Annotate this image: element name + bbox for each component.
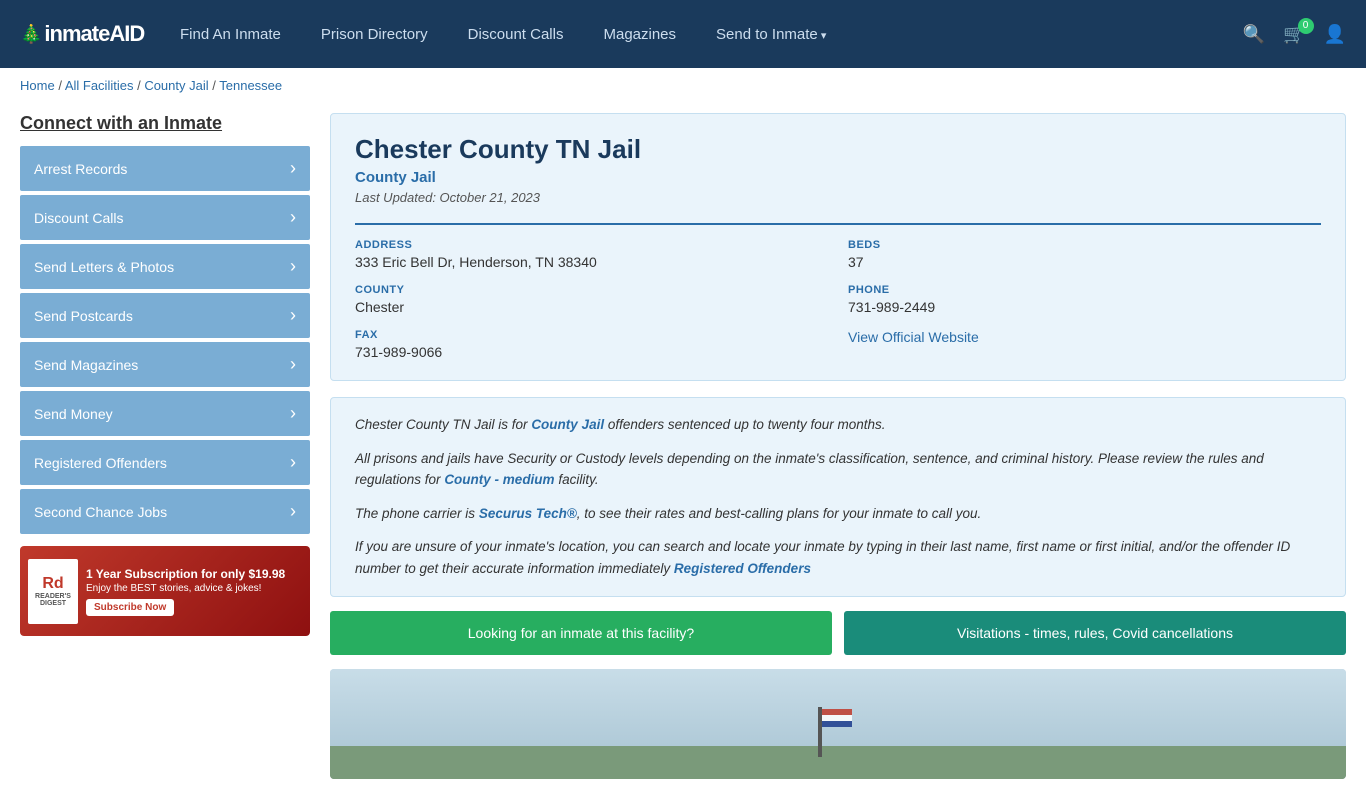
ad-logo: Rd READER'S DIGEST — [28, 559, 78, 624]
ad-subscribe-button[interactable]: Subscribe Now — [86, 599, 174, 616]
header-icons: 🔍 🛒 0 👤 — [1243, 24, 1346, 45]
sidebar-item-second-chance-jobs[interactable]: Second Chance Jobs › — [20, 489, 310, 534]
breadcrumb-state[interactable]: Tennessee — [219, 78, 282, 93]
sidebar-menu: Arrest Records › Discount Calls › Send L… — [20, 146, 310, 534]
description-3: The phone carrier is Securus Tech®, to s… — [355, 503, 1321, 525]
description-2: All prisons and jails have Security or C… — [355, 448, 1321, 491]
detail-address: ADDRESS 333 Eric Bell Dr, Henderson, TN … — [355, 239, 828, 270]
arrow-icon-4: › — [290, 354, 296, 375]
sidebar-item-discount-calls[interactable]: Discount Calls › — [20, 195, 310, 240]
fax-label: FAX — [355, 329, 828, 341]
beds-value: 37 — [848, 254, 1321, 270]
sidebar-item-registered-offenders[interactable]: Registered Offenders › — [20, 440, 310, 485]
sidebar: Connect with an Inmate Arrest Records › … — [20, 113, 310, 779]
logo-text: inmateAID — [44, 21, 144, 47]
search-icon[interactable]: 🔍 — [1243, 24, 1265, 45]
photo-sky — [330, 669, 1346, 746]
arrow-icon-6: › — [290, 452, 296, 473]
photo-flag — [822, 709, 852, 727]
ad-banner[interactable]: Rd READER'S DIGEST 1 Year Subscription f… — [20, 546, 310, 636]
description-4: If you are unsure of your inmate's locat… — [355, 536, 1321, 579]
cart-wrapper[interactable]: 🛒 0 — [1283, 24, 1305, 45]
nav-prison-directory[interactable]: Prison Directory — [321, 26, 428, 43]
ad-logo-text: Rd — [30, 575, 76, 593]
cart-badge: 0 — [1298, 18, 1314, 34]
logo-area[interactable]: 🎄 inmateAID — [20, 21, 150, 47]
arrow-icon-2: › — [290, 256, 296, 277]
securus-link[interactable]: Securus Tech® — [479, 506, 577, 521]
address-value: 333 Eric Bell Dr, Henderson, TN 38340 — [355, 254, 828, 270]
sidebar-item-send-money[interactable]: Send Money › — [20, 391, 310, 436]
detail-beds: BEDS 37 — [848, 239, 1321, 270]
photo-ground — [330, 746, 1346, 779]
sidebar-item-send-magazines[interactable]: Send Magazines › — [20, 342, 310, 387]
site-header: 🎄 inmateAID Find An Inmate Prison Direct… — [0, 0, 1366, 68]
breadcrumb: Home / All Facilities / County Jail / Te… — [0, 68, 1366, 103]
sidebar-item-send-letters[interactable]: Send Letters & Photos › — [20, 244, 310, 289]
fax-value: 731-989-9066 — [355, 344, 828, 360]
arrow-icon-5: › — [290, 403, 296, 424]
looking-for-inmate-button[interactable]: Looking for an inmate at this facility? — [330, 611, 832, 655]
logo-icon: 🎄 — [20, 24, 42, 45]
details-grid: ADDRESS 333 Eric Bell Dr, Henderson, TN … — [355, 223, 1321, 360]
registered-offenders-link[interactable]: Registered Offenders — [674, 561, 811, 576]
info-card: Chester County TN Jail County Jail Last … — [330, 113, 1346, 381]
ad-title: 1 Year Subscription for only $19.98 — [86, 567, 285, 581]
ad-content: 1 Year Subscription for only $19.98 Enjo… — [86, 567, 285, 616]
ad-logo-sub: READER'S DIGEST — [30, 593, 76, 607]
nav-magazines[interactable]: Magazines — [603, 26, 676, 43]
main-nav: Find An Inmate Prison Directory Discount… — [180, 26, 1213, 43]
detail-phone: PHONE 731-989-2449 — [848, 284, 1321, 315]
facility-type: County Jail — [355, 169, 1321, 186]
beds-label: BEDS — [848, 239, 1321, 251]
sidebar-item-arrest-records[interactable]: Arrest Records › — [20, 146, 310, 191]
user-icon[interactable]: 👤 — [1324, 24, 1346, 45]
sidebar-title: Connect with an Inmate — [20, 113, 310, 134]
sidebar-item-send-postcards[interactable]: Send Postcards › — [20, 293, 310, 338]
website-link[interactable]: View Official Website — [848, 329, 979, 345]
nav-find-inmate[interactable]: Find An Inmate — [180, 26, 281, 43]
facility-updated: Last Updated: October 21, 2023 — [355, 190, 1321, 205]
detail-fax: FAX 731-989-9066 — [355, 329, 828, 360]
county-value: Chester — [355, 299, 828, 315]
arrow-icon-7: › — [290, 501, 296, 522]
county-label: COUNTY — [355, 284, 828, 296]
facility-photo — [330, 669, 1346, 779]
description-1: Chester County TN Jail is for County Jai… — [355, 414, 1321, 436]
address-label: ADDRESS — [355, 239, 828, 251]
facility-title: Chester County TN Jail — [355, 134, 1321, 165]
nav-send-to-inmate[interactable]: Send to Inmate — [716, 26, 826, 43]
description-section: Chester County TN Jail is for County Jai… — [330, 397, 1346, 597]
county-medium-link[interactable]: County - medium — [444, 472, 554, 487]
breadcrumb-home[interactable]: Home — [20, 78, 55, 93]
content-area: Chester County TN Jail County Jail Last … — [330, 113, 1346, 779]
main-layout: Connect with an Inmate Arrest Records › … — [0, 103, 1366, 789]
arrow-icon-1: › — [290, 207, 296, 228]
ad-sub: Enjoy the BEST stories, advice & jokes! — [86, 583, 285, 594]
detail-website[interactable]: View Official Website — [848, 329, 1321, 360]
nav-discount-calls[interactable]: Discount Calls — [468, 26, 564, 43]
county-jail-link[interactable]: County Jail — [531, 417, 604, 432]
arrow-icon-0: › — [290, 158, 296, 179]
visitation-button[interactable]: Visitations - times, rules, Covid cancel… — [844, 611, 1346, 655]
arrow-icon-3: › — [290, 305, 296, 326]
breadcrumb-all-facilities[interactable]: All Facilities — [65, 78, 134, 93]
phone-value: 731-989-2449 — [848, 299, 1321, 315]
phone-label: PHONE — [848, 284, 1321, 296]
action-buttons: Looking for an inmate at this facility? … — [330, 611, 1346, 655]
breadcrumb-county-jail[interactable]: County Jail — [144, 78, 208, 93]
detail-county: COUNTY Chester — [355, 284, 828, 315]
